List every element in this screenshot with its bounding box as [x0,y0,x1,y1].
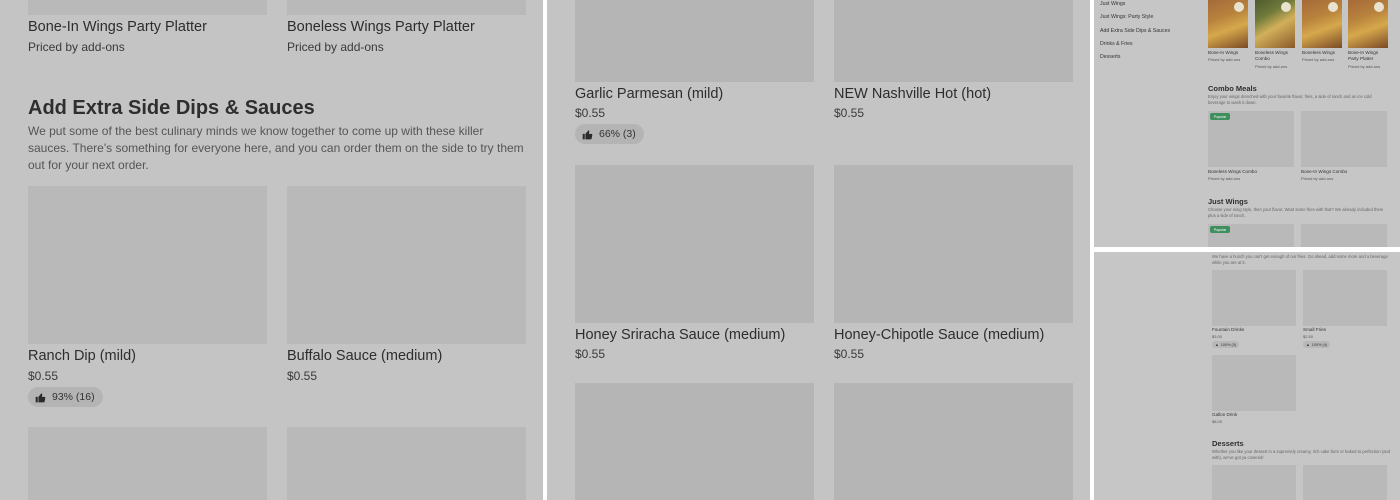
item-name[interactable]: Honey-Chipotle Sauce (medium) [834,327,1044,343]
rating-text: 100% (4) [1311,342,1328,347]
item-image[interactable] [575,383,814,500]
item-image[interactable] [287,0,526,15]
item-name[interactable]: Fountain Drinks [1212,327,1244,333]
item-name[interactable]: Boneless Wings Party Platter [287,19,475,35]
thumbs-up-icon: ▲ [1215,342,1219,347]
item-name[interactable]: NEW Nashville Hot (hot) [834,86,991,102]
item-image[interactable] [287,186,526,344]
item-name[interactable]: Ranch Dip (mild) [28,348,136,364]
wing-photo[interactable] [1302,0,1342,48]
item-image[interactable] [575,0,814,82]
item-image[interactable] [1301,224,1387,247]
item-name[interactable]: Bone-In Wings Combo [1301,169,1387,175]
section-title: Add Extra Side Dips & Sauces [28,97,315,119]
rating-badge: ▲ 100% (4) [1303,341,1331,348]
menu-overview-bottom: We have a hunch you can't get enough of … [1094,252,1400,500]
item-name[interactable]: Buffalo Sauce (medium) [287,348,442,364]
rating-badge: 93% (16) [28,387,103,407]
item-image[interactable] [834,165,1073,323]
wing-photo[interactable] [1208,0,1248,48]
item-name[interactable]: Gallon Drink [1212,412,1237,418]
popular-badge: Popular [1210,226,1230,233]
item-price: $0.55 [834,106,865,120]
wing-photo[interactable] [1255,0,1295,48]
section-title: Just Wings [1208,197,1248,206]
item-name[interactable]: Small Fries [1303,327,1326,333]
item-image[interactable] [287,427,526,500]
item-image[interactable] [28,427,267,500]
menu-pane-sauces: Bone-In Wings Party Platter Priced by ad… [0,0,543,500]
category-nav-item[interactable]: Desserts [1100,54,1120,60]
item-name[interactable]: Boneless Wings Combo [1255,50,1295,62]
rating-badge: 66% (3) [575,124,644,144]
item-image[interactable] [834,0,1073,82]
item-price: $0.55 [28,369,59,383]
item-image[interactable] [1303,465,1387,500]
section-description: Choose your wing style, then your flavor… [1208,207,1384,218]
item-image[interactable] [834,383,1073,500]
menu-pane-sauces-continued: Garlic Parmesan (mild) $0.55 66% (3) NEW… [547,0,1090,500]
section-description: We have a hunch you can't get enough of … [1212,254,1388,265]
rating-text: 100% (3) [1220,342,1237,347]
item-name[interactable]: Boneless Wings Combo [1208,169,1294,175]
section-description: Whether you like your dessert in a supre… [1212,449,1391,460]
popular-badge: Popular [1210,113,1230,120]
item-name[interactable]: Bone-In Wings Party Platter [28,19,207,35]
item-name[interactable]: Bone-In Wings Party Platter [1348,50,1390,62]
item-price: Priced by add-ons [1208,176,1241,181]
menu-overview-top: Just Wings Just Wings: Party Style Add E… [1094,0,1400,247]
wing-photo[interactable] [1348,0,1388,48]
category-nav-item[interactable]: Drinks & Fries [1100,41,1133,47]
rating-text: 66% (3) [599,128,636,140]
item-name[interactable]: Garlic Parmesan (mild) [575,86,723,102]
item-price: Priced by add-ons [1348,64,1381,69]
item-image[interactable] [1212,355,1296,411]
item-name[interactable]: Boneless Wings [1302,50,1342,56]
item-price: Priced by add-ons [1208,57,1241,62]
item-image[interactable] [28,0,267,15]
rating-badge: ▲ 100% (3) [1212,341,1240,348]
section-description: We put some of the best culinary minds w… [28,124,524,172]
item-price: $3.00 [1212,334,1223,339]
item-price: $0.55 [575,106,606,120]
thumbs-up-icon [582,129,593,139]
item-image[interactable] [1303,270,1387,326]
section-title: Desserts [1212,439,1244,448]
item-price: Priced by add-ons [28,40,125,54]
item-price: Priced by add-ons [1255,64,1288,69]
item-price: $0.55 [575,347,606,361]
item-image[interactable] [575,165,814,323]
item-price: Priced by add-ons [287,40,384,54]
item-name[interactable]: Bone-In Wings [1208,50,1248,56]
item-price: Priced by add-ons [1302,57,1335,62]
category-nav-item[interactable]: Add Extra Side Dips & Sauces [1100,28,1170,34]
item-image[interactable] [1212,270,1296,326]
category-nav-item[interactable]: Just Wings [1100,1,1125,7]
item-price: $2.50 [1303,334,1314,339]
section-title: Combo Meals [1208,84,1257,93]
item-image[interactable] [28,186,267,344]
category-nav-item[interactable]: Just Wings: Party Style [1100,14,1153,20]
item-image[interactable] [1212,465,1296,500]
item-price: $0.55 [287,369,318,383]
item-name[interactable]: Honey Sriracha Sauce (medium) [575,327,785,343]
item-price: $0.55 [834,347,865,361]
rating-text: 93% (16) [52,391,95,403]
item-price: Priced by add-ons [1301,176,1334,181]
item-image[interactable] [1301,111,1387,167]
thumbs-up-icon: ▲ [1306,342,1310,347]
thumbs-up-icon [35,392,46,402]
section-description: Enjoy your wings drenched with your favo… [1208,94,1372,105]
item-price: $8.00 [1212,419,1223,424]
